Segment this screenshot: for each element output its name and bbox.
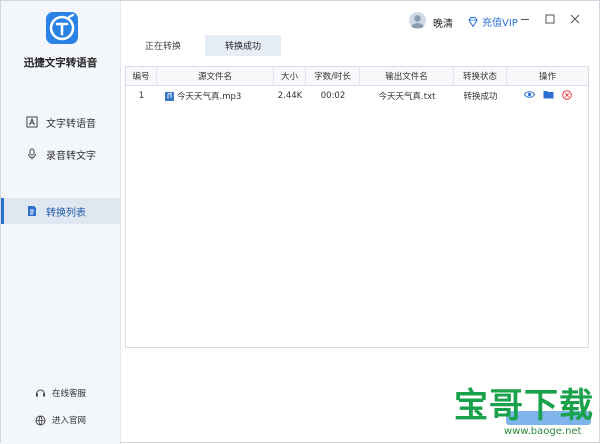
column-header-duration: 字数/时长 — [306, 67, 360, 85]
username[interactable]: 晚清 — [433, 15, 453, 30]
cell-size: 2.44K — [277, 91, 303, 101]
text-to-speech-icon — [25, 115, 39, 129]
source-filename: 今天天气真.mp3 — [177, 92, 242, 102]
tab-converting[interactable]: 正在转换 — [121, 35, 205, 56]
app-logo-icon — [46, 12, 78, 44]
table-row[interactable]: 1 今天天气真.mp3 2.44K 00:02 今天天气真.txt 转换成功 — [126, 86, 588, 106]
cell-output: 今天天气真.txt — [378, 92, 436, 102]
vip-button[interactable]: 充值VIP — [467, 14, 518, 29]
eye-icon[interactable] — [523, 90, 535, 102]
delete-icon[interactable] — [561, 89, 572, 103]
website-label: 进入官网 — [52, 416, 87, 426]
cell-status: 转换成功 — [463, 92, 498, 102]
sidebar-footer-support[interactable]: 在线客服 — [1, 384, 120, 402]
column-header-actions: 操作 — [538, 72, 556, 82]
active-indicator — [1, 198, 4, 224]
sidebar: 迅捷文字转语音 文字转语音 录音转文字 转换列表 在线客服 进入官网 — [1, 1, 121, 444]
list-icon — [25, 204, 39, 218]
close-icon — [570, 14, 580, 24]
column-header-size: 大小 — [274, 67, 306, 85]
vip-label: 充值VIP — [482, 18, 518, 29]
minimize-icon — [521, 19, 529, 20]
cell-actions — [507, 86, 588, 106]
avatar[interactable] — [409, 12, 426, 29]
sidebar-item-speech-to-text[interactable]: 录音转文字 — [1, 141, 120, 167]
conversion-table: 编号 源文件名 大小 字数/时长 输出文件名 转换状态 操作 1 今天天气真.m… — [125, 66, 589, 348]
minimize-button[interactable] — [518, 12, 532, 26]
support-label: 在线客服 — [52, 389, 87, 399]
column-header-status: 转换状态 — [454, 67, 507, 85]
cell-duration: 00:02 — [320, 91, 346, 101]
close-button[interactable] — [568, 12, 582, 26]
cell-index: 1 — [138, 91, 145, 101]
watermark: 宝哥下载 www.baoge.net — [446, 376, 596, 441]
title-bar: 晚清 充值VIP — [121, 1, 600, 39]
sidebar-item-conversion-list[interactable]: 转换列表 — [1, 198, 120, 224]
column-header-output: 输出文件名 — [360, 67, 454, 85]
app-name: 迅捷文字转语音 — [23, 57, 98, 69]
tab-converted[interactable]: 转换成功 — [205, 35, 281, 56]
globe-icon — [34, 414, 46, 426]
sidebar-item-text-to-speech[interactable]: 文字转语音 — [1, 109, 120, 135]
sidebar-footer-website[interactable]: 进入官网 — [1, 411, 120, 429]
sidebar-item-label: 转换列表 — [46, 207, 86, 219]
diamond-icon — [467, 16, 479, 28]
headset-icon — [34, 387, 46, 399]
column-header-source: 源文件名 — [157, 67, 274, 85]
folder-icon[interactable] — [543, 90, 554, 102]
sidebar-item-label: 录音转文字 — [46, 150, 96, 162]
audio-file-icon — [165, 91, 174, 101]
app-window: 迅捷文字转语音 文字转语音 录音转文字 转换列表 在线客服 进入官网 晚清 充值… — [0, 0, 600, 444]
sidebar-item-label: 文字转语音 — [46, 118, 96, 130]
cell-source: 今天天气真.mp3 — [157, 86, 274, 106]
tab-bar: 正在转换 转换成功 — [121, 35, 600, 56]
watermark-url: www.baoge.net — [504, 426, 582, 437]
table-header: 编号 源文件名 大小 字数/时长 输出文件名 转换状态 操作 — [126, 67, 588, 86]
maximize-icon — [545, 14, 555, 24]
column-header-index: 编号 — [126, 67, 157, 85]
watermark-text: 宝哥下载 — [454, 386, 594, 426]
maximize-button[interactable] — [543, 12, 557, 26]
microphone-icon — [25, 147, 39, 161]
